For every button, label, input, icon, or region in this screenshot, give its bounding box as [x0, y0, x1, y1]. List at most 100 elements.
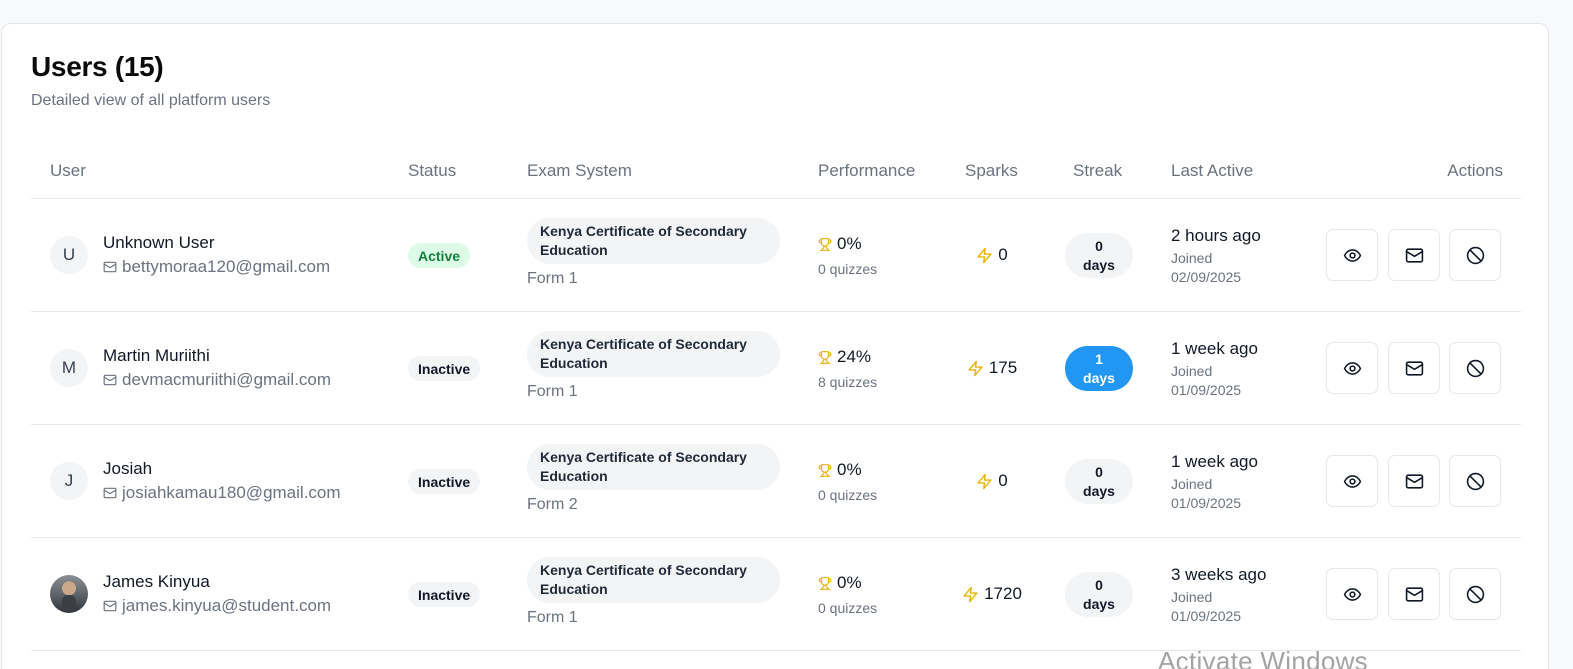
quiz-count: 0 quizzes [818, 261, 878, 277]
avatar-initial: U [62, 245, 76, 264]
sparks-count: 0 [957, 245, 1027, 265]
status-badge: Inactive [408, 582, 481, 607]
user-email: bettymoraa120@gmail.com [103, 257, 330, 277]
joined-info: Joined 01/09/2025 [1171, 588, 1241, 626]
performance-score: 0% [818, 573, 862, 593]
avatar-initial: J [64, 471, 74, 490]
streak-unit: days [1083, 595, 1115, 612]
joined-date: 01/09/2025 [1171, 608, 1242, 624]
mail-icon [1405, 247, 1423, 263]
ban-user-button[interactable] [1449, 568, 1501, 620]
joined-date: 01/09/2025 [1171, 495, 1242, 511]
exam-system-badge: Kenya Certificate of Secondary Education [527, 444, 780, 490]
mail-icon [103, 600, 117, 612]
column-header-last-active[interactable]: Last Active [1171, 161, 1253, 181]
status-badge: Inactive [408, 356, 481, 381]
user-email-text: devmacmuriithi@gmail.com [122, 370, 332, 389]
sparks-count: 0 [957, 471, 1027, 491]
joined-label: Joined [1171, 250, 1213, 266]
performance-score: 24% [818, 347, 871, 367]
ban-user-button[interactable] [1449, 342, 1501, 394]
lightning-icon [977, 473, 992, 489]
column-header-user[interactable]: User [50, 161, 86, 181]
eye-icon [1343, 587, 1361, 601]
lightning-icon [963, 586, 978, 602]
streak-badge: 1 days [1065, 346, 1133, 391]
email-user-button[interactable] [1388, 455, 1440, 507]
view-user-button[interactable] [1326, 342, 1378, 394]
user-name[interactable]: James Kinyua [103, 572, 210, 592]
trophy-icon [818, 463, 832, 477]
streak-value: 0 [1095, 576, 1103, 593]
ban-user-button[interactable] [1449, 455, 1501, 507]
quiz-count: 8 quizzes [818, 374, 878, 390]
column-header-exam-system[interactable]: Exam System [527, 161, 632, 181]
table-row: U Unknown User bettymoraa120@gmail.com A… [31, 199, 1521, 312]
exam-form-level: Form 2 [527, 496, 578, 513]
ban-icon [1466, 246, 1484, 264]
streak-badge: 0 days [1065, 233, 1133, 278]
streak-unit: days [1083, 369, 1115, 386]
sparks-count: 1720 [957, 584, 1027, 604]
ban-icon [1466, 359, 1484, 377]
streak-unit: days [1083, 256, 1115, 273]
email-user-button[interactable] [1388, 568, 1440, 620]
mail-icon [103, 261, 117, 273]
mail-icon [103, 487, 117, 499]
sparks-count: 175 [957, 358, 1027, 378]
table-row: M Martin Muriithi devmacmuriithi@gmail.c… [31, 312, 1521, 425]
last-active-time: 3 weeks ago [1171, 565, 1267, 584]
user-email: devmacmuriithi@gmail.com [103, 370, 331, 390]
view-user-button[interactable] [1326, 229, 1378, 281]
view-user-button[interactable] [1326, 455, 1378, 507]
exam-system-badge: Kenya Certificate of Secondary Education [527, 218, 780, 264]
email-user-button[interactable] [1388, 229, 1440, 281]
ban-user-button[interactable] [1449, 229, 1501, 281]
avatar: M [50, 349, 88, 387]
lightning-icon [977, 247, 992, 263]
trophy-icon [818, 350, 832, 364]
user-name[interactable]: Martin Muriithi [103, 346, 210, 366]
sparks-value: 0 [998, 245, 1008, 264]
ban-icon [1466, 585, 1484, 603]
quiz-count: 0 quizzes [818, 600, 878, 616]
exam-form-level: Form 1 [527, 270, 578, 287]
view-user-button[interactable] [1326, 568, 1378, 620]
quiz-count: 0 quizzes [818, 487, 878, 503]
exam-system-badge: Kenya Certificate of Secondary Education [527, 557, 780, 603]
joined-date: 01/09/2025 [1171, 382, 1242, 398]
ban-icon [1466, 472, 1484, 490]
users-card: Users (15) Detailed view of all platform… [1, 23, 1549, 669]
lightning-icon [968, 360, 983, 376]
joined-info: Joined 01/09/2025 [1171, 362, 1241, 400]
column-header-status[interactable]: Status [408, 161, 456, 181]
column-header-performance[interactable]: Performance [818, 161, 915, 181]
sparks-value: 1720 [984, 584, 1022, 603]
mail-icon [1405, 360, 1423, 376]
mail-icon [103, 374, 117, 386]
streak-value: 0 [1095, 463, 1103, 480]
streak-value: 1 [1095, 350, 1103, 367]
eye-icon [1343, 361, 1361, 375]
user-name[interactable]: Josiah [103, 459, 152, 479]
email-user-button[interactable] [1388, 342, 1440, 394]
mail-icon [1405, 473, 1423, 489]
column-header-streak[interactable]: Streak [1073, 161, 1122, 181]
avatar: J [50, 462, 88, 500]
status-badge: Active [408, 243, 471, 268]
avatar: U [50, 236, 88, 274]
avatar-initial: M [61, 358, 77, 377]
table-header: User Status Exam System Performance Spar… [31, 152, 1521, 199]
sparks-value: 0 [998, 471, 1008, 490]
joined-label: Joined [1171, 476, 1213, 492]
performance-score: 0% [818, 460, 862, 480]
joined-info: Joined 01/09/2025 [1171, 475, 1241, 513]
status-badge: Inactive [408, 469, 481, 494]
user-email-text: josiahkamau180@gmail.com [122, 483, 341, 502]
column-header-sparks[interactable]: Sparks [965, 161, 1018, 181]
avatar [50, 575, 88, 613]
user-name[interactable]: Unknown User [103, 233, 215, 253]
joined-label: Joined [1171, 363, 1213, 379]
joined-label: Joined [1171, 589, 1213, 605]
streak-value: 0 [1095, 237, 1103, 254]
